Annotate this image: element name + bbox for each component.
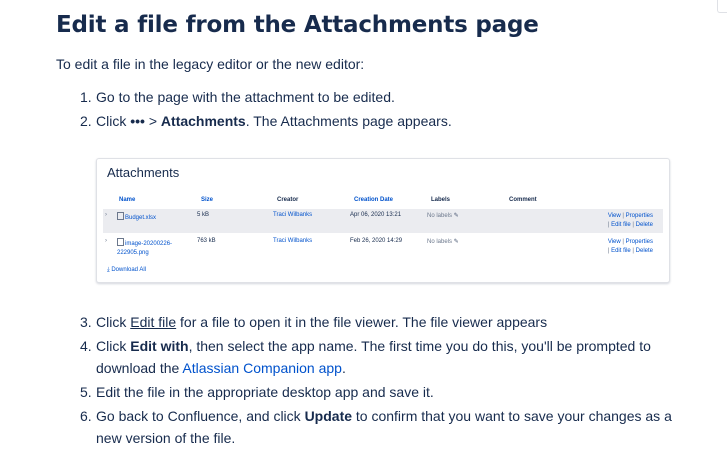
edit-file-text: Edit file bbox=[130, 314, 177, 330]
edit-file-link[interactable]: Edit file bbox=[611, 222, 631, 228]
step-text: Click bbox=[96, 113, 131, 129]
step-text: Click bbox=[96, 314, 131, 330]
attachment-labels: No labels ✎ bbox=[427, 213, 459, 219]
page-title: Edit a file from the Attachments page bbox=[56, 12, 539, 38]
attachments-title: Attachments bbox=[107, 165, 180, 180]
step-2: 2. Click ••• > Attachments. The Attachmen… bbox=[80, 110, 452, 134]
column-name[interactable]: Name bbox=[119, 197, 135, 203]
step-number: 6. bbox=[80, 408, 92, 424]
step-1: 1. Go to the page with the attachment to … bbox=[80, 86, 452, 110]
attachment-creator[interactable]: Traci Wilbanks bbox=[273, 212, 312, 218]
attachment-file-link[interactable]: image-20200226- 222905.png bbox=[117, 238, 172, 258]
update-label: Update bbox=[304, 408, 353, 424]
attachment-actions: View | Properties | Edit file | Delete bbox=[607, 239, 653, 254]
step-number: 2. bbox=[80, 113, 92, 129]
file-icon bbox=[117, 238, 124, 246]
step-text: Go to the page with the attachment to be… bbox=[96, 89, 395, 105]
step-5: 5. Edit the file in the appropriate deskt… bbox=[80, 381, 720, 403]
attachments-label: Attachments bbox=[160, 113, 246, 129]
steps-list-bottom: 3. Click Edit file for a file to open it … bbox=[80, 311, 720, 451]
properties-link[interactable]: Properties bbox=[626, 239, 653, 245]
step-6: 6. Go back to Confluence, and click Updat… bbox=[80, 405, 720, 449]
page-edge-control bbox=[717, 0, 727, 13]
chevron-right-icon[interactable]: › bbox=[105, 238, 107, 244]
step-text: Click bbox=[96, 338, 131, 354]
step-number: 5. bbox=[80, 384, 92, 400]
step-text: , then select the app name. The first ti… bbox=[188, 338, 651, 354]
attachment-creator[interactable]: Traci Wilbanks bbox=[273, 238, 312, 244]
attachment-size: 5 kB bbox=[197, 212, 210, 218]
download-icon: ⤓ bbox=[107, 267, 110, 273]
column-creator: Creator bbox=[277, 197, 299, 203]
steps-list-top: 1. Go to the page with the attachment to … bbox=[80, 86, 452, 134]
pencil-icon[interactable]: ✎ bbox=[454, 213, 459, 219]
file-icon bbox=[117, 212, 124, 220]
step-number: 1. bbox=[80, 89, 92, 105]
edit-file-link[interactable]: Edit file bbox=[611, 248, 631, 254]
step-text: to confirm that you want to save your ch… bbox=[352, 408, 672, 424]
delete-link[interactable]: Delete bbox=[636, 248, 653, 254]
more-actions-icon: ••• bbox=[130, 113, 145, 129]
column-creation-date[interactable]: Creation Date bbox=[354, 197, 393, 203]
column-comment: Comment bbox=[509, 197, 537, 203]
edit-with-label: Edit with bbox=[130, 338, 189, 354]
chevron-right-icon[interactable]: › bbox=[105, 212, 107, 218]
step-separator: > bbox=[144, 113, 161, 129]
attachment-date: Apr 06, 2020 13:21 bbox=[350, 212, 402, 218]
table-row: › Budget.xlsx 5 kB Traci Wilbanks Apr 06… bbox=[103, 209, 663, 233]
attachments-screenshot: Attachments Name Size Creator Creation D… bbox=[96, 158, 670, 283]
delete-link[interactable]: Delete bbox=[636, 222, 653, 228]
attachment-file-link[interactable]: Budget.xlsx bbox=[117, 212, 156, 223]
properties-link[interactable]: Properties bbox=[626, 213, 653, 219]
pencil-icon[interactable]: ✎ bbox=[454, 239, 459, 245]
step-text: for a file to open it in the file viewer… bbox=[176, 314, 548, 330]
attachment-size: 763 kB bbox=[197, 238, 216, 244]
step-number: 4. bbox=[80, 338, 92, 354]
view-link[interactable]: View bbox=[608, 239, 621, 245]
attachment-date: Feb 26, 2020 14:29 bbox=[350, 238, 403, 244]
step-4: 4. Click Edit with, then select the app n… bbox=[80, 335, 720, 379]
step-text: . bbox=[341, 360, 346, 376]
intro-text: To edit a file in the legacy editor or t… bbox=[56, 56, 365, 72]
view-link[interactable]: View bbox=[608, 213, 621, 219]
step-number: 3. bbox=[80, 314, 92, 330]
table-row: › image-20200226- 222905.png 763 kB Traci… bbox=[103, 235, 663, 259]
step-text: Edit the file in the appropriate desktop… bbox=[96, 384, 434, 400]
attachment-labels: No labels ✎ bbox=[427, 239, 459, 245]
column-size[interactable]: Size bbox=[201, 197, 213, 203]
attachment-actions: View | Properties | Edit file | Delete bbox=[607, 213, 653, 228]
step-text: new version of the file. bbox=[96, 430, 236, 446]
step-text: download the bbox=[96, 360, 183, 376]
step-text: . The Attachments page appears. bbox=[245, 113, 452, 129]
step-3: 3. Click Edit file for a file to open it … bbox=[80, 311, 720, 333]
download-all-link[interactable]: ⤓ Download All bbox=[107, 267, 146, 274]
column-labels: Labels bbox=[431, 197, 451, 203]
atlassian-companion-link[interactable]: Atlassian Companion app bbox=[182, 360, 342, 376]
step-text: Go back to Confluence, and click bbox=[96, 408, 305, 424]
